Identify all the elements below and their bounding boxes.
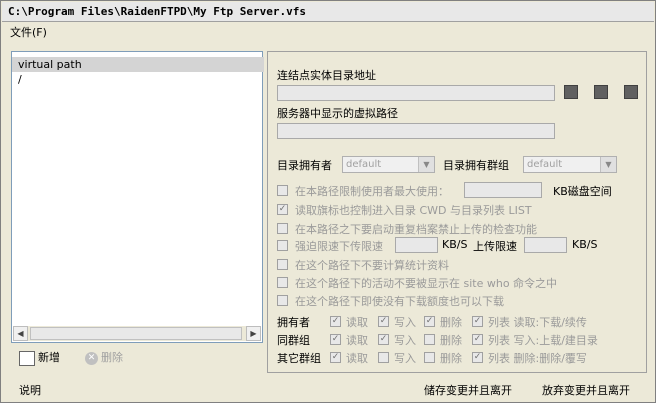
no-ratio-label: 在这个路径下即使没有下载额度也可以下载 [295,295,504,308]
owner-read-checkbox[interactable]: ✓ [330,316,341,327]
limit-users-checkbox[interactable] [277,185,288,196]
chevron-down-icon: ▼ [418,157,434,172]
other-delete-checkbox[interactable] [424,352,435,363]
no-ratio-checkbox[interactable] [277,295,288,306]
hide-site-who-checkbox[interactable] [277,277,288,288]
status-bar: 说明 储存变更并且离开 放弃变更并且离开 [2,377,654,401]
physical-dir-label: 连结点实体目录地址 [277,69,376,82]
limit-users-label: 在本路径限制使用者最大使用： [295,185,449,198]
delete-button[interactable]: ✕ 删除 [85,349,123,365]
help-link[interactable]: 说明 [19,382,41,398]
horizontal-scrollbar[interactable]: ◀ ▶ [13,326,261,341]
perm-owner-label: 拥有者 [277,316,310,329]
upload-limit-label: 上传限速 [473,240,517,253]
owner-write-checkbox[interactable]: ✓ [378,316,389,327]
list-item[interactable]: / [18,73,22,86]
perm-write-label: 写入 [394,316,416,329]
virtual-path-field[interactable] [277,123,555,139]
group-select[interactable]: default ▼ [523,156,617,173]
other-read-checkbox[interactable]: ✓ [330,352,341,363]
perm-read-label: 读取 [346,316,368,329]
perm-read-label: 读取 [346,352,368,365]
menu-file[interactable]: 文件(F) [10,24,47,40]
other-write-checkbox[interactable] [378,352,389,363]
group-delete-checkbox[interactable] [424,334,435,345]
no-stats-label: 在这个路径下不要计算统计资料 [295,259,449,272]
perm-other-label: 其它群组 [277,352,321,365]
physical-dir-field[interactable] [277,85,555,101]
perm-list-label: 列表 写入:上载/建目录 [488,334,598,347]
speed-limit-checkbox[interactable] [277,240,288,251]
add-icon [19,350,35,366]
add-button[interactable]: 新增 [19,349,60,366]
upload-speed-unit: KB/S [572,238,598,251]
perm-delete-label: 删除 [440,316,462,329]
delete-label: 删除 [101,351,123,364]
perm-delete-label: 删除 [440,352,462,365]
limit-users-unit: KB磁盘空间 [553,185,612,198]
perm-delete-label: 删除 [440,334,462,347]
perm-list-label: 列表 读取:下载/续传 [488,316,587,329]
owner-delete-checkbox[interactable]: ✓ [424,316,435,327]
perm-write-label: 写入 [394,352,416,365]
dup-check-checkbox[interactable] [277,223,288,234]
owner-list-checkbox[interactable]: ✓ [472,316,483,327]
chevron-down-icon: ▼ [600,157,616,172]
discard-exit-button[interactable]: 放弃变更并且离开 [542,382,630,398]
list-header[interactable]: virtual path [12,57,264,72]
download-speed-unit: KB/S [442,238,468,251]
no-stats-checkbox[interactable] [277,259,288,270]
speed-limit-label: 强迫限速下传限速 [295,240,383,253]
perm-list-label: 列表 删除:删除/覆写 [488,352,587,365]
settings-panel: 连结点实体目录地址 服务器中显示的虚拟路径 目录拥有者 default ▼ 目录… [267,51,647,373]
group-label: 目录拥有群组 [443,159,509,172]
group-write-checkbox[interactable]: ✓ [378,334,389,345]
save-exit-button[interactable]: 储存变更并且离开 [424,382,512,398]
perm-write-label: 写入 [394,334,416,347]
upload-speed-input[interactable] [524,237,567,253]
hide-site-who-label: 在这个路径下的活动不要被显示在 site who 命令之中 [295,277,558,290]
owner-select[interactable]: default ▼ [342,156,435,173]
browse-file-icon[interactable] [594,85,608,99]
owner-label: 目录拥有者 [277,159,332,172]
menu-bar: 文件(F) [2,22,654,40]
perm-read-label: 读取 [346,334,368,347]
group-list-checkbox[interactable]: ✓ [472,334,483,345]
download-speed-input[interactable] [395,237,438,253]
group-read-checkbox[interactable]: ✓ [330,334,341,345]
browse-folder-icon[interactable] [564,85,578,99]
delete-icon: ✕ [85,351,98,365]
window-title: C:\Program Files\RaidenFTPD\My Ftp Serve… [8,5,307,18]
group-value: default [527,159,563,170]
other-list-checkbox[interactable]: ✓ [472,352,483,363]
read-flag-label: 读取旗标也控制进入目录 CWD 与目录列表 LIST [295,204,532,217]
limit-users-input[interactable] [464,182,542,198]
virtual-path-label: 服务器中显示的虚拟路径 [277,107,398,120]
scroll-left-arrow-icon[interactable]: ◀ [13,326,28,341]
add-label: 新增 [38,351,60,364]
perm-group-label: 同群组 [277,334,310,347]
scroll-right-arrow-icon[interactable]: ▶ [246,326,261,341]
dup-check-label: 在本路径之下要启动重复档案禁止上传的检查功能 [295,223,537,236]
virtual-path-list[interactable]: virtual path / ◀ ▶ [11,51,264,343]
clear-path-icon[interactable] [624,85,638,99]
app-window: C:\Program Files\RaidenFTPD\My Ftp Serve… [0,0,656,403]
owner-value: default [346,159,382,170]
read-flag-checkbox[interactable]: ✓ [277,204,288,215]
title-bar: C:\Program Files\RaidenFTPD\My Ftp Serve… [2,2,654,22]
scroll-thumb[interactable] [30,327,242,340]
